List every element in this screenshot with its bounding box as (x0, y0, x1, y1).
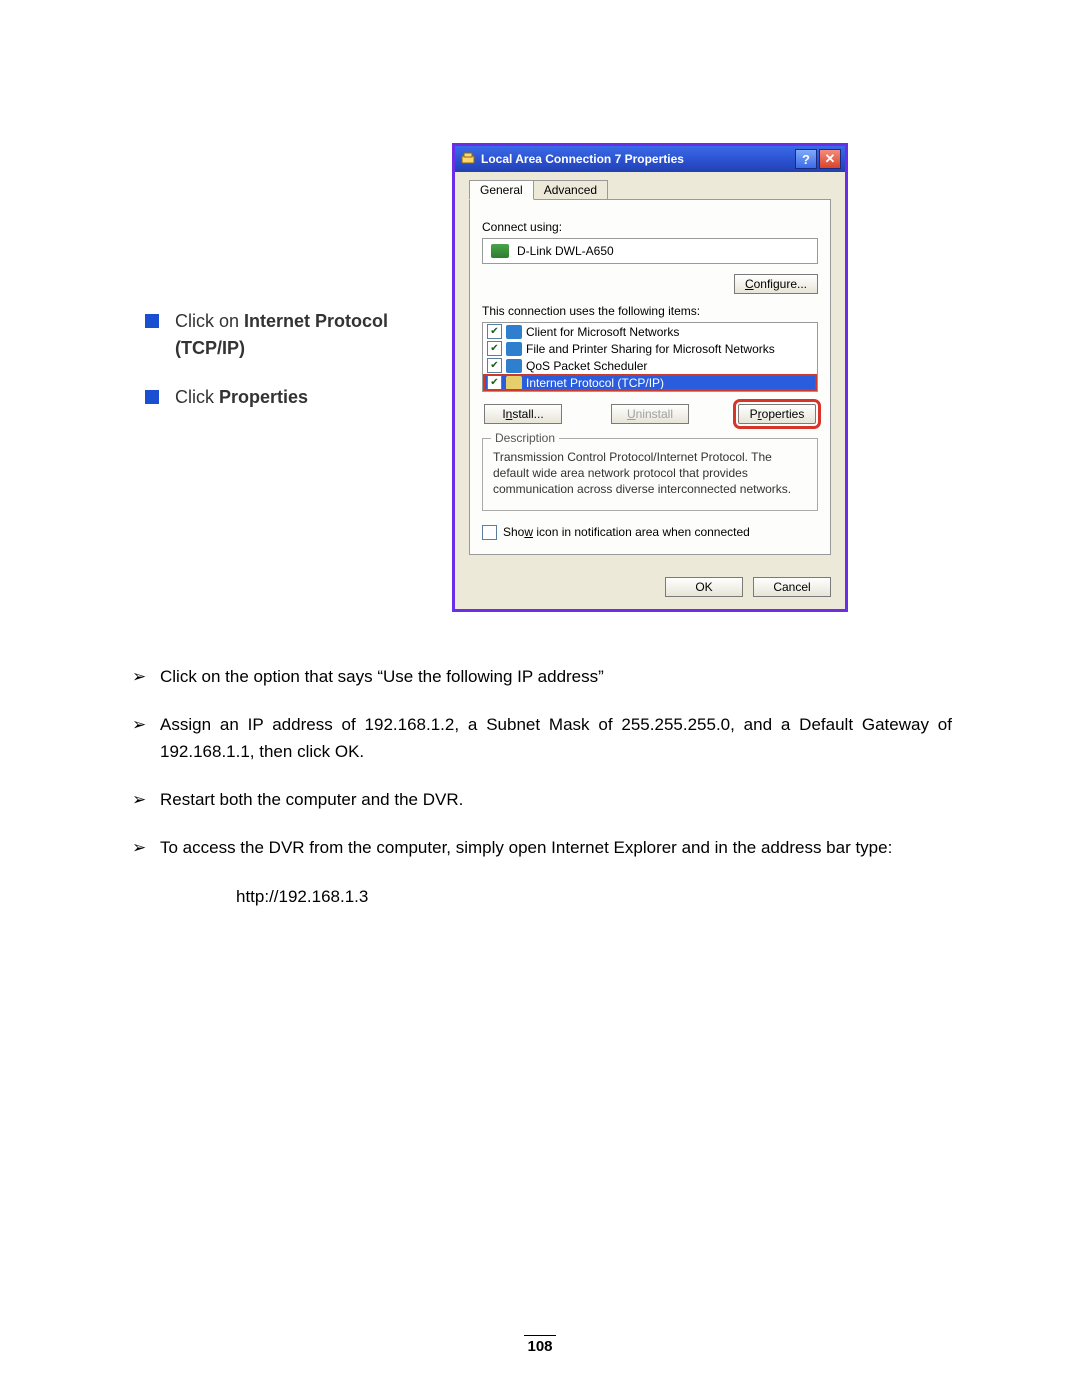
connect-using-label: Connect using: (482, 220, 818, 234)
configure-label: onfigure... (754, 277, 807, 291)
install-button[interactable]: Install... (484, 404, 562, 424)
example-url: http://192.168.1.3 (236, 884, 952, 910)
adapter-icon (491, 244, 509, 258)
configure-button[interactable]: Configure... (734, 274, 818, 294)
ok-button[interactable]: OK (665, 577, 743, 597)
step-1-text: Click on the option that says “Use the f… (160, 664, 952, 690)
page-number: 108 (0, 1335, 1080, 1355)
step-3-text: Restart both the computer and the DVR. (160, 787, 952, 813)
instruction-2-prefix: Click (175, 387, 219, 407)
item-label: QoS Packet Scheduler (526, 359, 647, 373)
page-number-value: 108 (527, 1338, 552, 1355)
tab-advanced[interactable]: Advanced (534, 180, 608, 200)
arrow-bullet-icon: ➢ (132, 664, 160, 690)
step-3: ➢ Restart both the computer and the DVR. (132, 787, 952, 813)
close-button[interactable]: ✕ (819, 149, 841, 169)
item-label: File and Printer Sharing for Microsoft N… (526, 342, 775, 356)
checkbox-icon[interactable] (487, 375, 502, 390)
item-label: Client for Microsoft Networks (526, 325, 679, 339)
step-2: ➢ Assign an IP address of 192.168.1.2, a… (132, 712, 952, 765)
instruction-1: Click on Internet Protocol (TCP/IP) (145, 308, 425, 362)
service-icon (506, 359, 522, 373)
checkbox-icon[interactable] (487, 341, 502, 356)
step-4-text: To access the DVR from the computer, sim… (160, 835, 952, 861)
arrow-bullet-icon: ➢ (132, 835, 160, 861)
connection-items-list[interactable]: Client for Microsoft Networks File and P… (482, 322, 818, 392)
adapter-name: D-Link DWL-A650 (517, 244, 614, 258)
help-button[interactable]: ? (795, 149, 817, 169)
item-client-microsoft-networks[interactable]: Client for Microsoft Networks (483, 323, 817, 340)
item-qos-scheduler[interactable]: QoS Packet Scheduler (483, 357, 817, 374)
item-label: Internet Protocol (TCP/IP) (526, 376, 664, 390)
step-4: ➢ To access the DVR from the computer, s… (132, 835, 952, 861)
dialog-title: Local Area Connection 7 Properties (481, 152, 684, 166)
instruction-2-bold: Properties (219, 387, 308, 407)
description-text: Transmission Control Protocol/Internet P… (493, 449, 807, 498)
checkbox-icon[interactable] (482, 525, 497, 540)
description-group: Description Transmission Control Protoco… (482, 438, 818, 511)
arrow-bullet-icon: ➢ (132, 787, 160, 813)
network-icon (461, 152, 475, 166)
properties-button[interactable]: Properties (738, 404, 816, 424)
service-icon (506, 342, 522, 356)
item-button-row: Install... Uninstall Properties (482, 404, 818, 424)
dialog-footer: OK Cancel (455, 567, 845, 609)
step-2-text: Assign an IP address of 192.168.1.2, a S… (160, 712, 952, 765)
checkbox-icon[interactable] (487, 358, 502, 373)
instruction-1-prefix: Click on (175, 311, 244, 331)
item-file-printer-sharing[interactable]: File and Printer Sharing for Microsoft N… (483, 340, 817, 357)
show-icon-label: Show icon in notification area when conn… (503, 525, 750, 539)
instruction-2-text: Click Properties (175, 384, 425, 411)
tab-general[interactable]: General (469, 180, 534, 200)
dialog-titlebar[interactable]: Local Area Connection 7 Properties ? ✕ (455, 146, 845, 172)
cancel-button[interactable]: Cancel (753, 577, 831, 597)
square-bullet-icon (145, 390, 159, 404)
adapter-box[interactable]: D-Link DWL-A650 (482, 238, 818, 264)
square-bullet-icon (145, 314, 159, 328)
instruction-1-text: Click on Internet Protocol (TCP/IP) (175, 308, 425, 362)
tabs: General Advanced (469, 180, 831, 200)
checkbox-icon[interactable] (487, 324, 502, 339)
tab-panel-general: Connect using: D-Link DWL-A650 Configure… (469, 199, 831, 555)
step-1: ➢ Click on the option that says “Use the… (132, 664, 952, 690)
service-icon (506, 325, 522, 339)
protocol-icon (506, 376, 522, 390)
arrow-bullet-icon: ➢ (132, 712, 160, 765)
item-internet-protocol-tcpip[interactable]: Internet Protocol (TCP/IP) (483, 374, 817, 391)
steps-list: ➢ Click on the option that says “Use the… (132, 664, 952, 910)
uninstall-button: Uninstall (611, 404, 689, 424)
page-number-rule (524, 1335, 556, 1336)
description-title: Description (491, 431, 559, 445)
instruction-2: Click Properties (145, 384, 425, 411)
show-icon-row[interactable]: Show icon in notification area when conn… (482, 525, 818, 540)
dialog-body: General Advanced Connect using: D-Link D… (455, 172, 845, 567)
left-instructions: Click on Internet Protocol (TCP/IP) Clic… (145, 308, 425, 433)
items-label: This connection uses the following items… (482, 304, 818, 318)
properties-dialog: Local Area Connection 7 Properties ? ✕ G… (452, 143, 848, 612)
